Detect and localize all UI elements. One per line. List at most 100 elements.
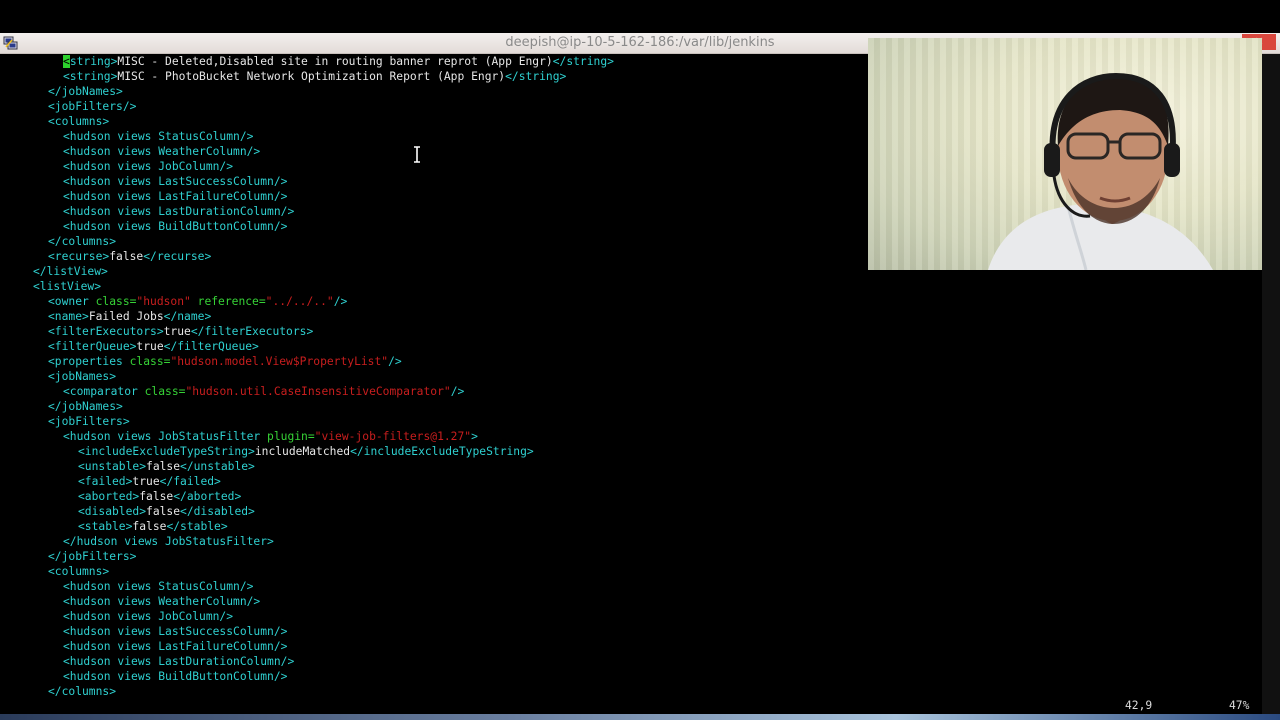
- xml-attr-token: class=: [144, 385, 186, 398]
- xml-txt-token: true: [163, 325, 191, 338]
- xml-tag-token: </jobFilters>: [48, 550, 137, 563]
- xml-txt-token: true: [136, 340, 164, 353]
- xml-tag-token: <jobNames>: [48, 370, 117, 383]
- editor-line: </jobFilters>: [48, 549, 136, 564]
- xml-val-token: "hudson": [136, 295, 191, 308]
- editor-line: </columns>: [48, 684, 116, 699]
- xml-tag-token: </recurse>: [143, 250, 212, 263]
- editor-line: <comparator class="hudson.util.CaseInsen…: [63, 384, 464, 399]
- xml-tag-token: <hudson views LastDurationColumn/>: [63, 205, 295, 218]
- xml-attr-token: class=: [95, 295, 137, 308]
- xml-tag-token: </aborted>: [173, 490, 242, 503]
- editor-line: <hudson views JobColumn/>: [63, 159, 233, 174]
- xml-txt-token: false: [146, 505, 181, 518]
- xml-attr-token: reference=: [190, 295, 266, 308]
- editor-line: <hudson views BuildButtonColumn/>: [63, 219, 287, 234]
- xml-tag-token: <hudson views BuildButtonColumn/>: [63, 670, 288, 683]
- xml-tag-token: </columns>: [48, 235, 117, 248]
- xml-tag-token: <hudson views BuildButtonColumn/>: [63, 220, 288, 233]
- xml-tag-token: <listView>: [33, 280, 102, 293]
- xml-tag-token: <owner: [48, 295, 96, 308]
- cursor-position: 42,9: [1125, 699, 1153, 712]
- xml-tag-token: </hudson views JobStatusFilter>: [63, 535, 274, 548]
- editor-line: <unstable>false</unstable>: [78, 459, 255, 474]
- xml-tag-token: </disabled>: [180, 505, 255, 518]
- xml-tag-token: <hudson views JobStatusFilter: [63, 430, 268, 443]
- xml-txt-token: true: [132, 475, 160, 488]
- windows-taskbar[interactable]: [0, 714, 1280, 720]
- scroll-percent: 47%: [1229, 699, 1250, 712]
- xml-tag-token: <failed>: [78, 475, 133, 488]
- xml-tag-token: <hudson views LastSuccessColumn/>: [63, 175, 288, 188]
- editor-line: <filterExecutors>true</filterExecutors>: [48, 324, 313, 339]
- editor-line: <jobNames>: [48, 369, 116, 384]
- xml-tag-token: <hudson views JobColumn/>: [63, 610, 234, 623]
- editor-line: <hudson views JobColumn/>: [63, 609, 233, 624]
- xml-tag-token: <comparator: [63, 385, 145, 398]
- xml-tag-token: </filterExecutors>: [190, 325, 314, 338]
- editor-line: <hudson views WeatherColumn/>: [63, 594, 260, 609]
- xml-tag-token: <disabled>: [78, 505, 147, 518]
- editor-line: <hudson views LastSuccessColumn/>: [63, 174, 287, 189]
- editor-line: <hudson views LastDurationColumn/>: [63, 654, 294, 669]
- xml-attr-token: plugin=: [267, 430, 315, 443]
- xml-tag-token: />: [333, 295, 348, 308]
- editor-line: <jobFilters>: [48, 414, 130, 429]
- xml-tag-token: </listView>: [33, 265, 108, 278]
- presenter-figure: [988, 72, 1213, 270]
- editor-line: <hudson views LastFailureColumn/>: [63, 639, 287, 654]
- editor-line: <hudson views StatusColumn/>: [63, 579, 253, 594]
- editor-line: <hudson views LastSuccessColumn/>: [63, 624, 287, 639]
- editor-line: </hudson views JobStatusFilter>: [63, 534, 274, 549]
- xml-tag-token: </string>: [552, 55, 614, 68]
- editor-line: <name>Failed Jobs</name>: [48, 309, 211, 324]
- xml-tag-token: <hudson views WeatherColumn/>: [63, 595, 261, 608]
- editor-line: <hudson views BuildButtonColumn/>: [63, 669, 287, 684]
- top-black-band: [0, 0, 1280, 33]
- xml-txt-token: false: [146, 460, 181, 473]
- editor-line: <string>MISC - PhotoBucket Network Optim…: [63, 69, 566, 84]
- xml-val-token: "../../..": [265, 295, 334, 308]
- xml-tag-token: <hudson views LastFailureColumn/>: [63, 640, 288, 653]
- xml-tag-token: />: [450, 385, 465, 398]
- xml-tag-token: <jobFilters/>: [48, 100, 137, 113]
- editor-line: <columns>: [48, 564, 109, 579]
- editor-line: <hudson views StatusColumn/>: [63, 129, 253, 144]
- editor-line: <filterQueue>true</filterQueue>: [48, 339, 259, 354]
- editor-line: <disabled>false</disabled>: [78, 504, 255, 519]
- xml-tag-token: >: [471, 430, 478, 443]
- editor-line: <failed>true</failed>: [78, 474, 221, 489]
- xml-tag-token: </columns>: [48, 685, 117, 698]
- xml-tag-token: <aborted>: [78, 490, 140, 503]
- xml-tag-token: />: [388, 355, 402, 368]
- terminal-cursor: <: [63, 55, 70, 68]
- xml-txt-token: false: [109, 250, 144, 263]
- editor-line: <columns>: [48, 114, 109, 129]
- xml-tag-token: <jobFilters>: [48, 415, 130, 428]
- xml-attr-token: class=: [129, 355, 171, 368]
- terminal-scrollbar[interactable]: [1262, 54, 1280, 714]
- xml-tag-token: <filterExecutors>: [48, 325, 164, 338]
- xml-txt-token: MISC - PhotoBucket Network Optimization …: [117, 70, 506, 83]
- xml-tag-token: <hudson views StatusColumn/>: [63, 580, 254, 593]
- xml-tag-token: <filterQueue>: [48, 340, 137, 353]
- xml-tag-token: <columns>: [48, 115, 110, 128]
- xml-tag-token: <string>: [63, 70, 118, 83]
- xml-tag-token: </unstable>: [180, 460, 255, 473]
- xml-tag-token: <columns>: [48, 565, 110, 578]
- xml-tag-token: <name>: [48, 310, 89, 323]
- editor-line: <hudson views WeatherColumn/>: [63, 144, 260, 159]
- xml-tag-token: <hudson views LastSuccessColumn/>: [63, 625, 288, 638]
- xml-tag-token: <hudson views StatusColumn/>: [63, 130, 254, 143]
- xml-tag-token: <includeExcludeTypeString>: [78, 445, 255, 458]
- editor-line: <hudson views JobStatusFilter plugin="vi…: [63, 429, 478, 444]
- xml-txt-token: Failed Jobs: [88, 310, 164, 323]
- editor-line: </columns>: [48, 234, 116, 249]
- xml-val-token: "view-job-filters@1.27": [314, 430, 472, 443]
- xml-tag-token: </filterQueue>: [163, 340, 259, 353]
- xml-tag-token: </jobNames>: [48, 85, 123, 98]
- editor-line: </listView>: [33, 264, 108, 279]
- xml-tag-token: </includeExcludeTypeString>: [350, 445, 534, 458]
- editor-line: <includeExcludeTypeString>includeMatched…: [78, 444, 534, 459]
- webcam-overlay: [868, 38, 1262, 270]
